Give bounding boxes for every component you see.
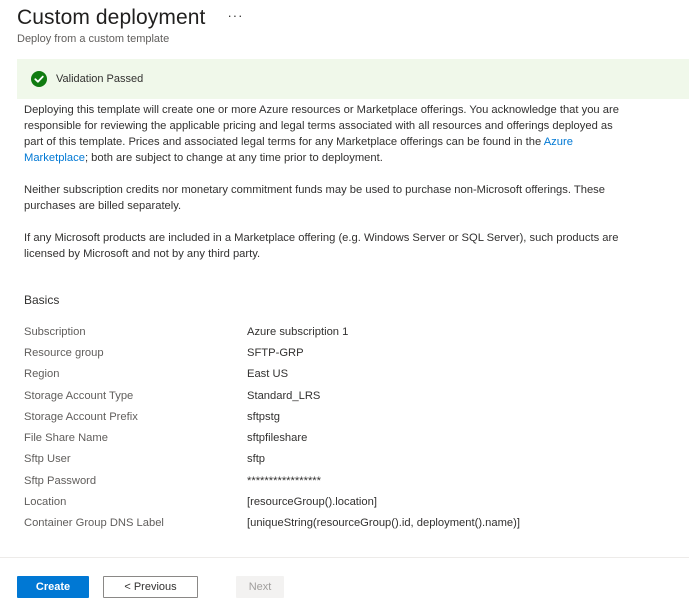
row-value: SFTP-GRP — [247, 346, 304, 359]
row-value: [resourceGroup().location] — [247, 496, 377, 509]
row-label: Storage Account Type — [24, 389, 134, 402]
row-value: sftp — [247, 453, 266, 466]
previous-button[interactable]: < Previous — [103, 576, 198, 598]
page-header: Custom deployment ··· Deploy from a cust… — [17, 6, 677, 45]
notice-paragraph-1: Deploying this template will create one … — [24, 102, 622, 166]
more-options-icon[interactable]: ··· — [227, 8, 243, 23]
row-value: sftpstg — [247, 410, 280, 423]
row-label: Sftp User — [24, 453, 71, 466]
row-value: ***************** — [247, 474, 322, 487]
summary-row-sftp-password: Sftp Password ***************** — [24, 470, 664, 491]
validation-banner: Validation Passed — [17, 59, 689, 99]
row-label: Container Group DNS Label — [24, 517, 164, 530]
page-title: Custom deployment — [17, 6, 206, 29]
footer-divider — [0, 557, 689, 558]
title-row: Custom deployment ··· — [17, 6, 677, 30]
summary-row-file-share-name: File Share Name sftpfileshare — [24, 427, 664, 448]
row-label: Resource group — [24, 346, 104, 359]
row-value: East US — [247, 368, 289, 381]
row-label: Storage Account Prefix — [24, 410, 138, 423]
legal-notice: Deploying this template will create one … — [24, 102, 622, 278]
validation-text: Validation Passed — [56, 73, 144, 85]
basics-section: Basics Subscription Azure subscription 1… — [24, 293, 664, 534]
footer-actions: Create < Previous Next — [17, 576, 284, 598]
basics-title: Basics — [24, 293, 60, 307]
row-value: Standard_LRS — [247, 389, 321, 402]
check-circle-icon — [31, 71, 47, 87]
row-value: Azure subscription 1 — [247, 325, 349, 338]
notice-paragraph-3: If any Microsoft products are included i… — [24, 232, 619, 260]
notice-text: Deploying this template will create one … — [24, 104, 619, 148]
summary-row-subscription: Subscription Azure subscription 1 — [24, 321, 664, 342]
summary-row-storage-account-prefix: Storage Account Prefix sftpstg — [24, 406, 664, 427]
row-label: Region — [24, 368, 60, 381]
row-label: Sftp Password — [24, 474, 97, 487]
row-value: [uniqueString(resourceGroup().id, deploy… — [247, 517, 520, 530]
summary-row-storage-account-type: Storage Account Type Standard_LRS — [24, 385, 664, 406]
notice-text: ; both are subject to change at any time… — [84, 152, 383, 164]
summary-row-location: Location [resourceGroup().location] — [24, 491, 664, 512]
row-value: sftpfileshare — [247, 432, 308, 445]
summary-row-region: Region East US — [24, 364, 664, 385]
row-label: File Share Name — [24, 432, 108, 445]
next-button: Next — [236, 576, 284, 598]
notice-paragraph-2: Neither subscription credits nor monetar… — [24, 184, 605, 212]
page-subtitle: Deploy from a custom template — [17, 33, 170, 45]
row-label: Subscription — [24, 325, 86, 338]
create-button[interactable]: Create — [17, 576, 89, 598]
row-label: Location — [24, 496, 67, 509]
summary-row-sftp-user: Sftp User sftp — [24, 449, 664, 470]
summary-row-resource-group: Resource group SFTP-GRP — [24, 342, 664, 363]
summary-row-container-dns-label: Container Group DNS Label [uniqueString(… — [24, 513, 664, 534]
